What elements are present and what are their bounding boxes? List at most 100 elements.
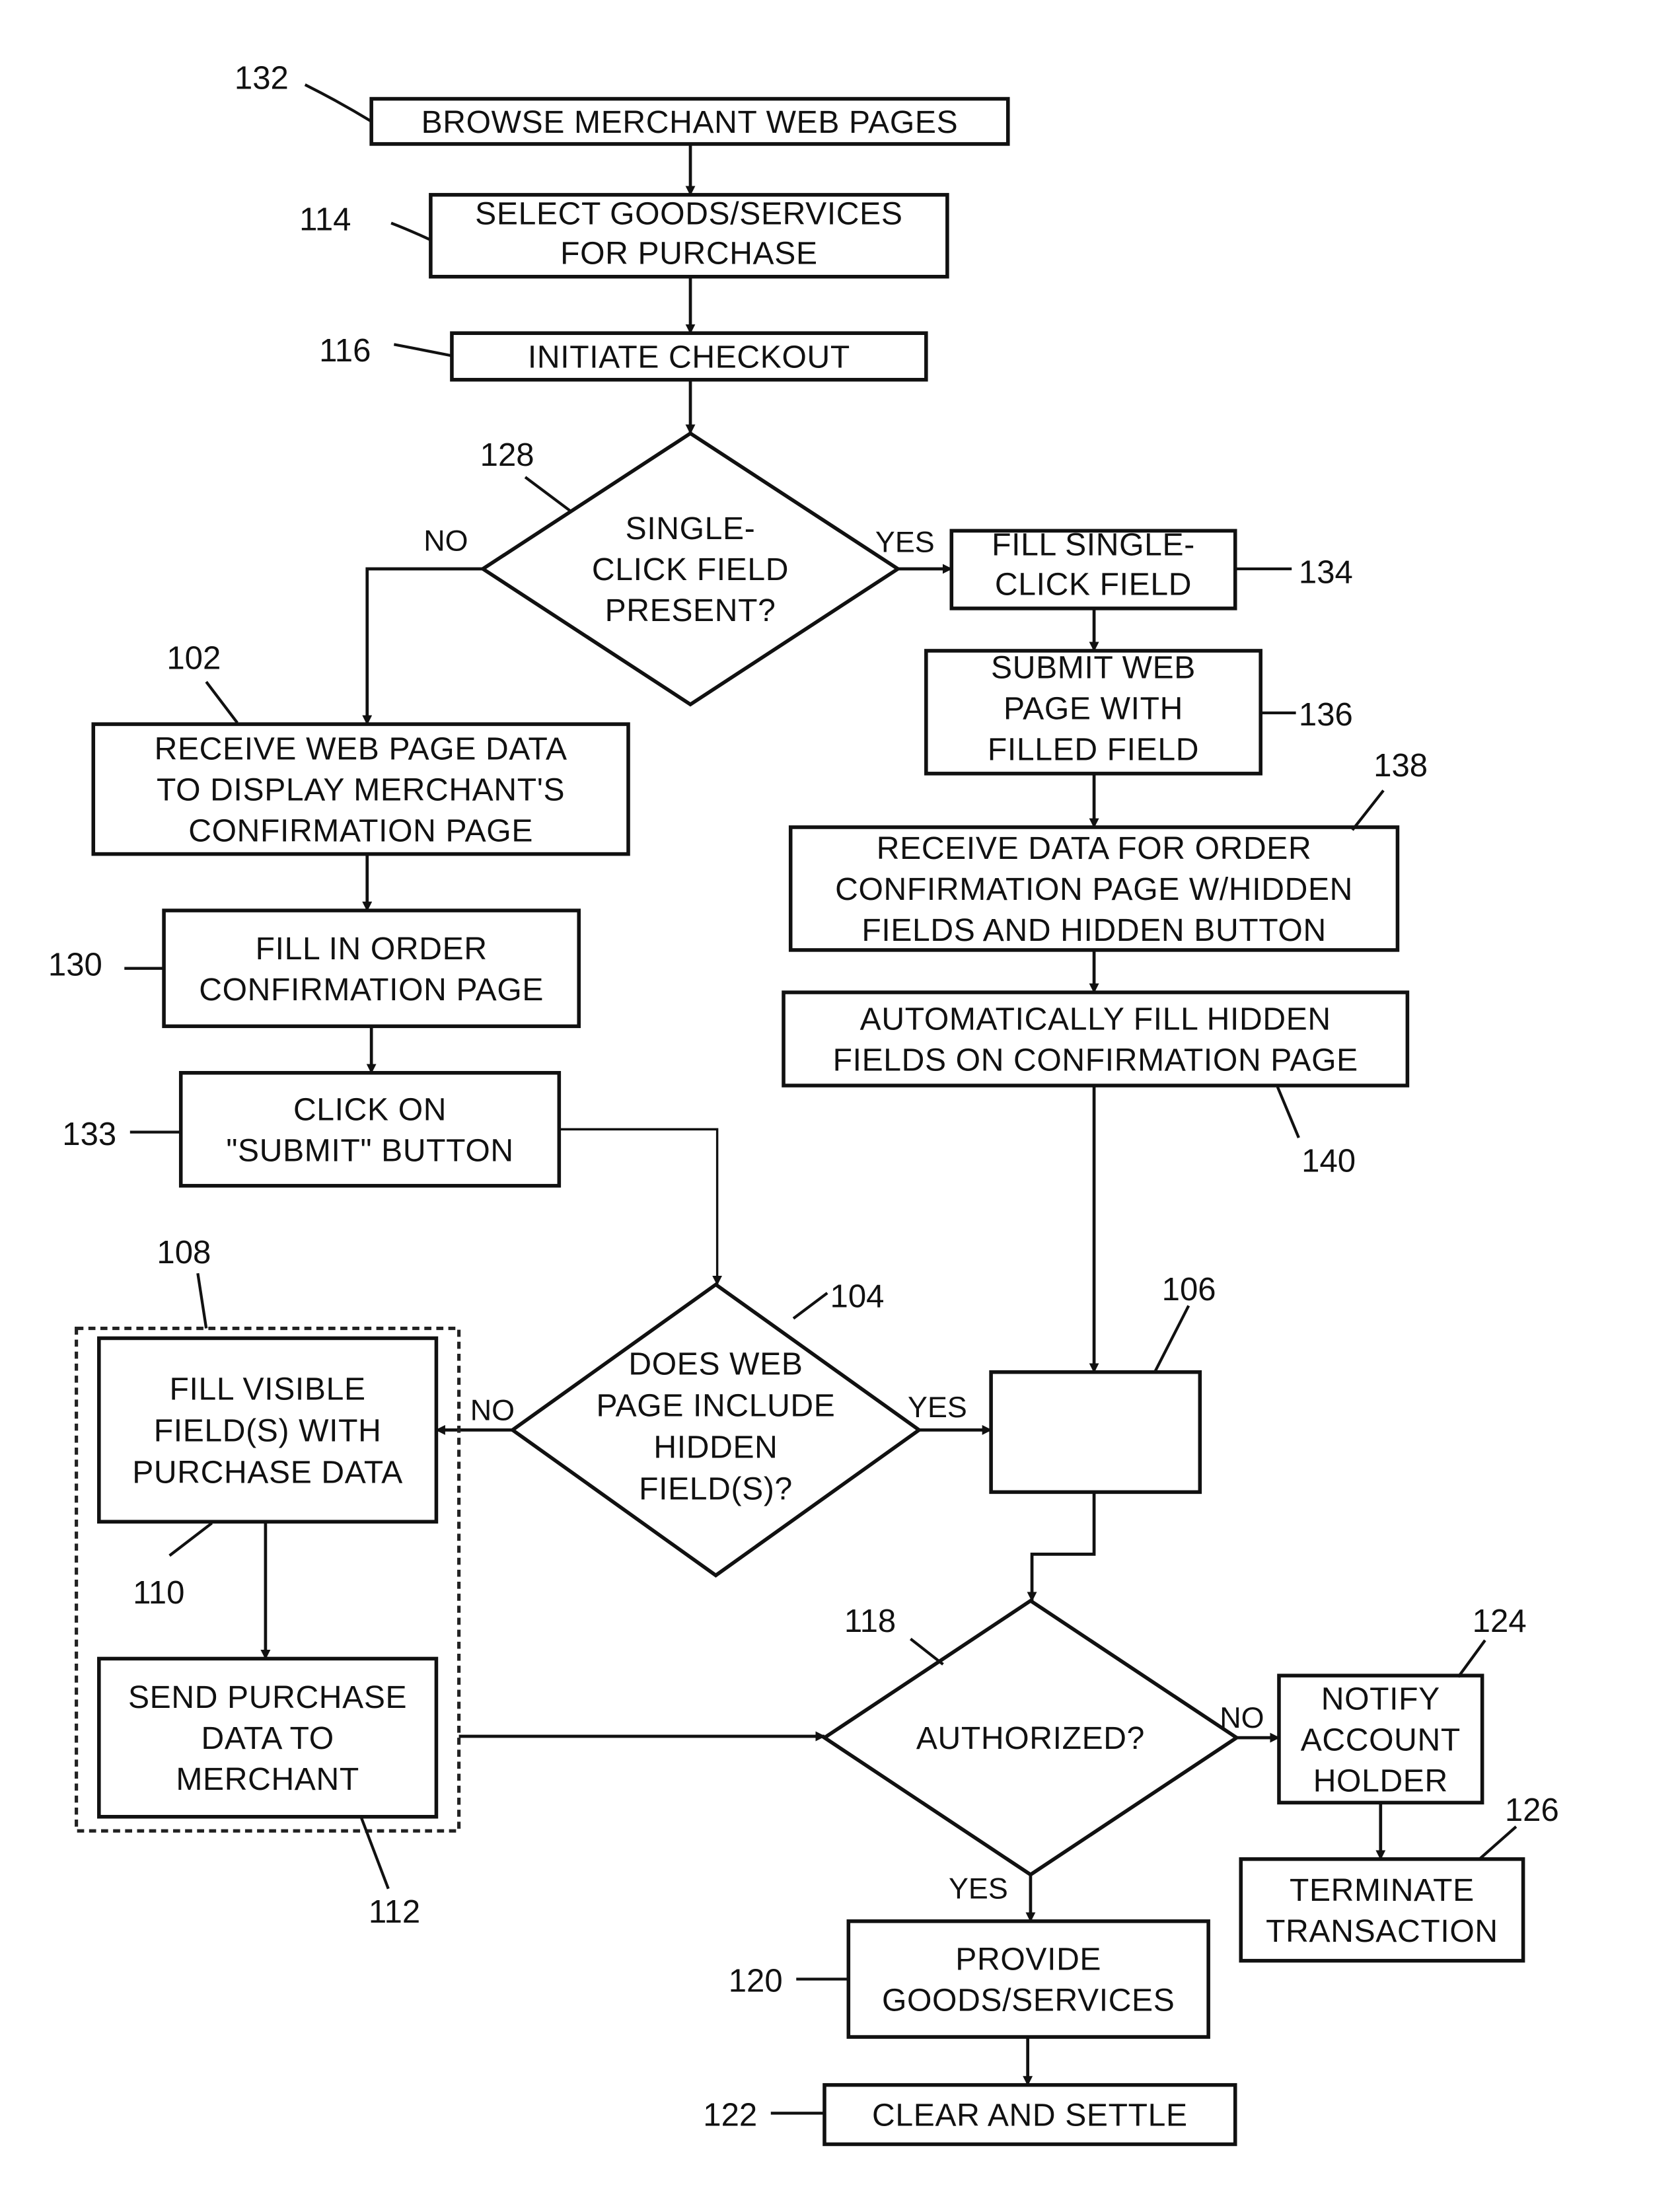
node-text-line: SELECT GOODS/SERVICES <box>475 196 902 232</box>
decision-128: SINGLE- CLICK FIELD PRESENT? <box>479 431 902 707</box>
step-134: FILL SINGLE- CLICK FIELD <box>949 527 1237 610</box>
leader-line <box>1478 1825 1517 1861</box>
node-text-line: PROVIDE <box>955 1942 1101 1977</box>
node-text-line: AUTOMATICALLY FILL HIDDEN <box>860 1002 1331 1037</box>
node-text-line: RECEIVE DATA FOR ORDER <box>877 830 1312 866</box>
leader-line <box>1153 1305 1190 1373</box>
ref-numeral-text: 130 <box>48 947 102 982</box>
node-text-line: TERMINATE <box>1290 1872 1475 1908</box>
step-120: PROVIDE GOODS/SERVICES <box>846 1919 1210 2039</box>
ref-numeral-text: 140 <box>1301 1143 1356 1179</box>
ref-numeral-128: 128 <box>480 437 571 513</box>
process-box <box>162 908 581 1029</box>
ref-numeral-116: 116 <box>319 333 453 369</box>
node-text-line: MERCHANT <box>176 1761 359 1797</box>
ref-numeral-text: 106 <box>1162 1272 1216 1308</box>
connector-104-106: YES <box>908 1390 992 1435</box>
node-text-line: PAGE WITH <box>1004 691 1183 727</box>
process-box <box>989 1370 1202 1494</box>
branch-label-yes: YES <box>908 1390 967 1424</box>
node-text-line: FILLED FIELD <box>988 732 1199 768</box>
step-114: SELECT GOODS/SERVICES FOR PURCHASE <box>429 193 949 279</box>
ref-numeral-text: 133 <box>62 1117 116 1152</box>
ref-numeral-text: 114 <box>299 202 351 237</box>
ref-numeral-130: 130 <box>48 947 164 982</box>
node-text-line: CONFIRMATION PAGE W/HIDDEN <box>835 871 1353 907</box>
node-text-line: HIDDEN <box>653 1430 778 1465</box>
ref-numeral-text: 110 <box>133 1575 184 1611</box>
ref-numeral-124: 124 <box>1457 1604 1527 1678</box>
leader-line <box>524 476 571 513</box>
ref-numeral-133: 133 <box>62 1117 181 1152</box>
node-text-line: CONFIRMATION PAGE <box>199 972 544 1008</box>
connector-line <box>559 1128 723 1286</box>
ref-numeral-120: 120 <box>729 1964 849 1999</box>
branch-label-yes: YES <box>949 1872 1008 1905</box>
branch-label-yes: YES <box>875 525 935 558</box>
nodes: BROWSE MERCHANT WEB PAGES SELECT GOODS/SE… <box>75 96 1525 2147</box>
ref-numeral-text: 132 <box>235 61 289 96</box>
ref-numeral-118: 118 <box>844 1604 944 1666</box>
leader-line <box>390 221 431 242</box>
ref-numeral-138: 138 <box>1351 748 1428 831</box>
node-text-line: FIELD(S) WITH <box>154 1413 382 1448</box>
ref-numeral-text: 126 <box>1505 1792 1559 1828</box>
ref-numeral-text: 122 <box>703 2098 757 2133</box>
node-text-line: RECEIVE WEB PAGE DATA <box>155 731 567 766</box>
step-132: BROWSE MERCHANT WEB PAGES <box>369 96 1010 146</box>
decision-118: AUTHORIZED? <box>821 1598 1240 1877</box>
ref-numeral-140: 140 <box>1276 1086 1356 1179</box>
node-text-line: ACCOUNT <box>1301 1722 1461 1757</box>
flowchart: NO YESNO YESNOYES BROWSE MERCHANT WEB PAGE… <box>48 61 1559 2147</box>
node-text-line: FILL VISIBLE <box>170 1371 366 1407</box>
node-text-line: DATA TO <box>201 1720 334 1756</box>
connector-118-120: YES <box>949 1872 1036 1923</box>
ref-numeral-104: 104 <box>792 1278 885 1320</box>
node-text-line: PAGE INCLUDE <box>596 1388 835 1424</box>
ref-numeral-text: 120 <box>729 1964 783 1999</box>
ref-numeral-126: 126 <box>1478 1792 1559 1861</box>
step-138: RECEIVE DATA FOR ORDER CONFIRMATION PAGE … <box>788 825 1400 952</box>
connector-line <box>1027 1492 1096 1602</box>
node-text-line: BROWSE MERCHANT WEB PAGES <box>421 104 959 140</box>
ref-numeral-text: 108 <box>157 1235 211 1271</box>
node-text-line: HOLDER <box>1313 1763 1448 1798</box>
node-text-line: SEND PURCHASE <box>128 1679 407 1715</box>
ref-numeral-112: 112 <box>360 1818 420 1930</box>
leader-line <box>792 1292 828 1320</box>
node-text-line: TRANSACTION <box>1266 1913 1498 1949</box>
leader-line <box>360 1818 390 1890</box>
connector-106-118 <box>1027 1492 1096 1602</box>
ref-numeral-136: 136 <box>1260 697 1353 733</box>
ref-numeral-106: 106 <box>1153 1272 1216 1373</box>
node-text-line: CLICK FIELD <box>592 552 789 587</box>
ref-numeral-110: 110 <box>133 1522 213 1611</box>
node-text-line: FOR PURCHASE <box>560 236 818 272</box>
step-126: TERMINATE TRANSACTION <box>1239 1857 1525 1963</box>
node-text-line: "SUBMIT" BUTTON <box>226 1132 513 1168</box>
ref-numeral-text: 104 <box>830 1278 885 1314</box>
ref-numeral-text: 118 <box>844 1604 896 1639</box>
node-text-line: CLICK FIELD <box>995 567 1192 603</box>
connector-128-102: NO <box>362 523 483 725</box>
leader-line <box>205 681 238 724</box>
ref-numeral-122: 122 <box>703 2098 824 2133</box>
step-110: FILL VISIBLE FIELD(S) WITH PURCHASE DATA <box>97 1336 439 1524</box>
ref-numeral-text: 134 <box>1299 554 1353 590</box>
ref-numeral-132: 132 <box>235 61 373 123</box>
branch-label-no: NO <box>470 1393 515 1426</box>
ref-numeral-text: 102 <box>166 641 221 677</box>
node-text-line: NOTIFY <box>1321 1681 1440 1716</box>
node-text-line: SINGLE- <box>626 511 756 546</box>
node-text-line: DOES WEB <box>628 1346 803 1382</box>
connector-line <box>362 567 483 725</box>
process-box <box>846 1919 1210 2039</box>
ref-numeral-text: 124 <box>1473 1604 1527 1639</box>
step-130: FILL IN ORDER CONFIRMATION PAGE <box>162 908 581 1029</box>
decision-104: DOES WEB PAGE INCLUDE HIDDEN FIELD(S)? <box>509 1282 922 1578</box>
node-text-line: SUBMIT WEB <box>991 650 1196 686</box>
connector-133-104 <box>559 1128 723 1286</box>
step-140: AUTOMATICALLY FILL HIDDEN FIELDS ON CONFI… <box>782 990 1410 1088</box>
node-text-line: AUTHORIZED? <box>916 1720 1145 1756</box>
step-102: RECEIVE WEB PAGE DATA TO DISPLAY MERCHANT… <box>91 722 630 856</box>
